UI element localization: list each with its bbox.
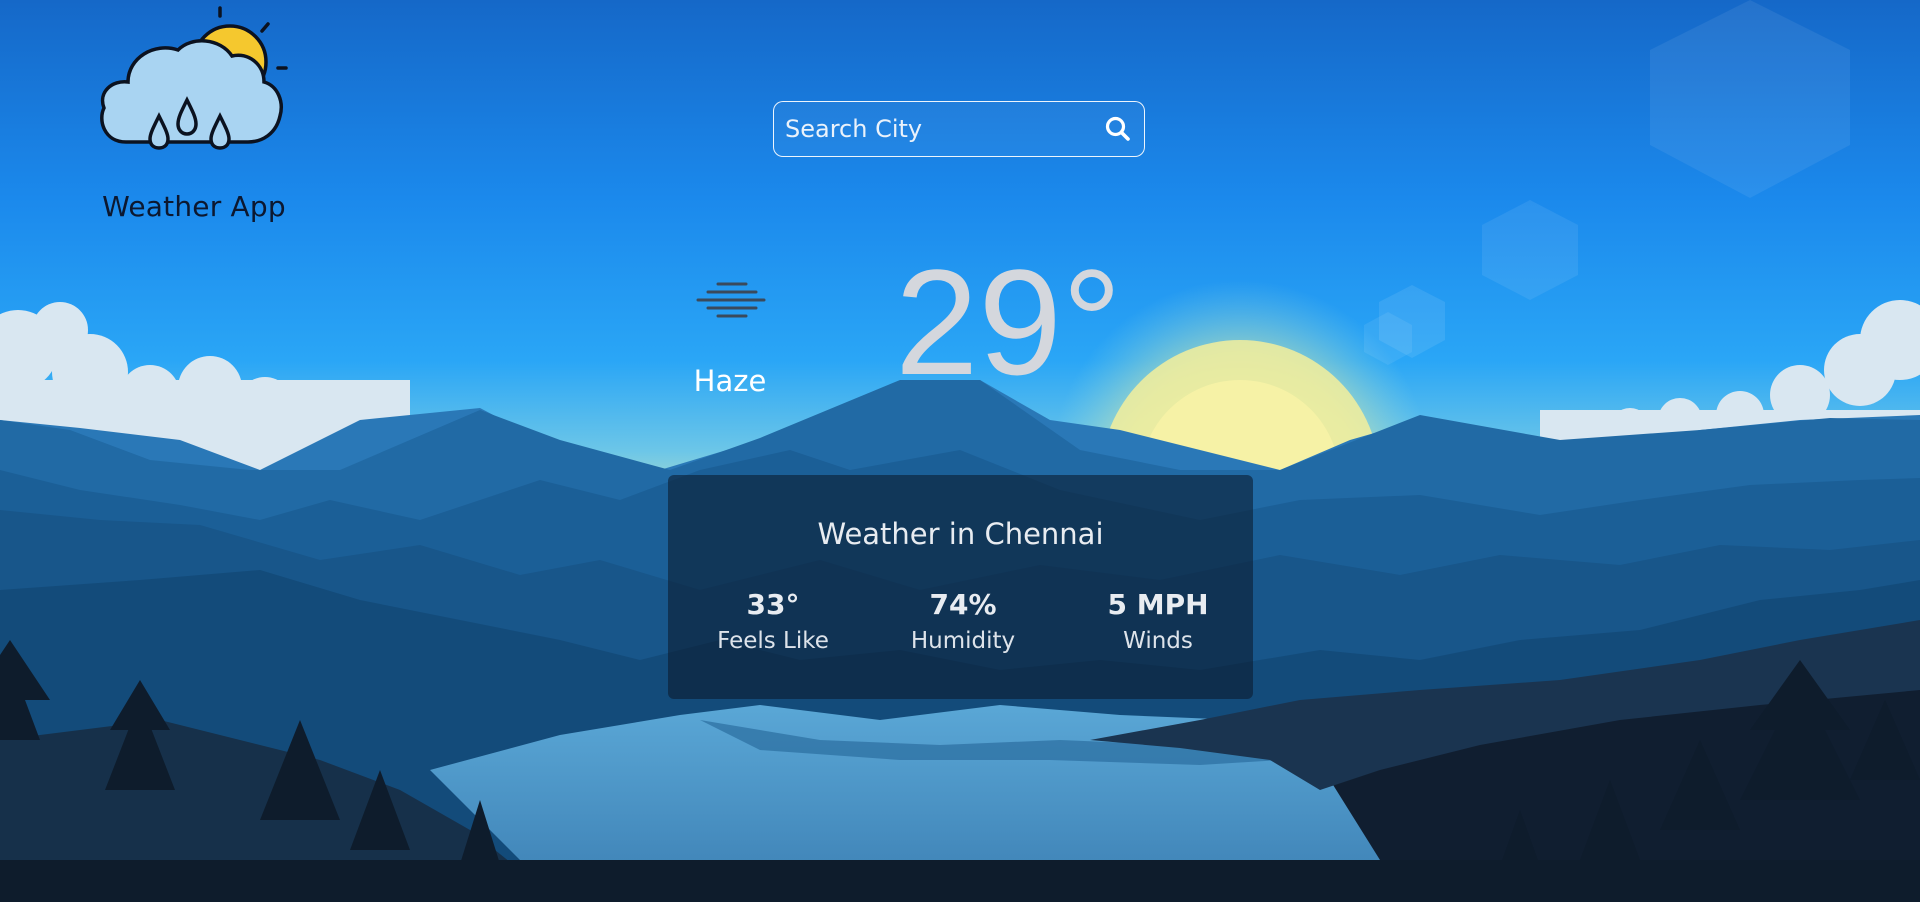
humidity-stat: 74% Humidity — [893, 587, 1033, 657]
winds-stat: 5 MPH Winds — [1083, 587, 1233, 657]
haze-icon — [696, 280, 766, 326]
cloud-sun-rain-icon — [100, 6, 288, 150]
humidity-value: 74% — [929, 588, 997, 621]
condition-label: Haze — [693, 364, 767, 398]
weather-details-card: Weather in Chennai 33° Feels Like 74% Hu… — [668, 475, 1253, 699]
feels-like-label: Feels Like — [717, 628, 829, 654]
winds-value: 5 MPH — [1107, 588, 1209, 621]
app-title: Weather App — [102, 190, 286, 223]
feels-like-stat: 33° Feels Like — [698, 587, 848, 657]
search-bar — [773, 101, 1145, 157]
humidity-label: Humidity — [910, 628, 1016, 654]
search-button[interactable] — [1098, 109, 1138, 149]
weather-app-logo — [98, 2, 290, 152]
current-temperature: 29° — [895, 238, 1122, 406]
winds-label: Winds — [1123, 628, 1193, 654]
feels-like-value: 33° — [746, 588, 800, 621]
weather-location-title: Weather in Chennai — [817, 517, 1104, 551]
search-icon — [1105, 116, 1130, 141]
search-input[interactable] — [774, 115, 1098, 143]
